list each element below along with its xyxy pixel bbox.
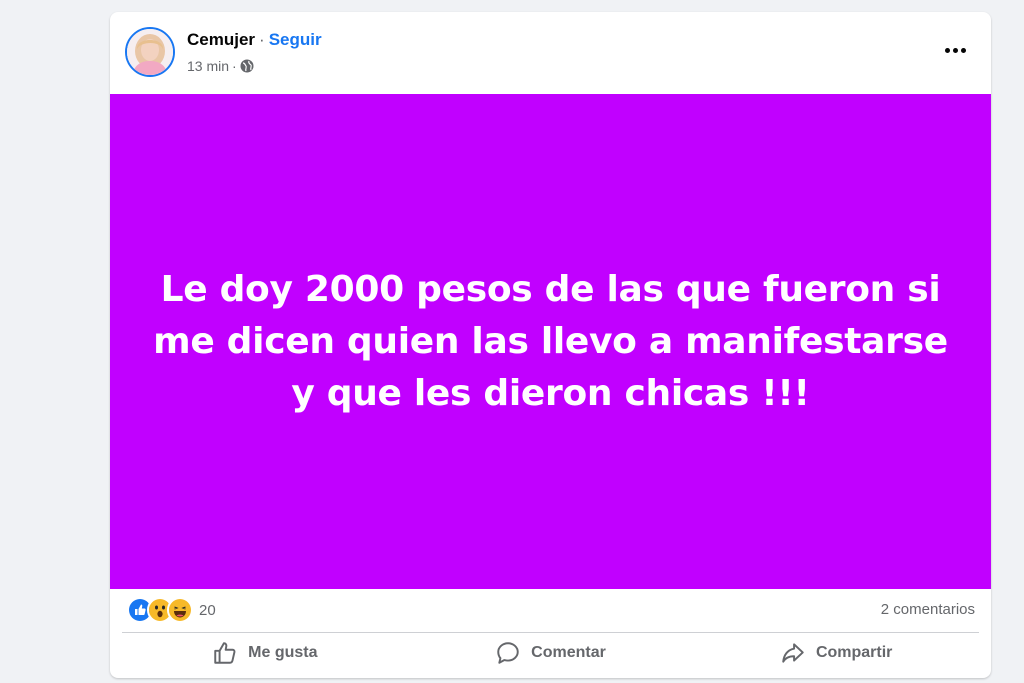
comment-button[interactable]: Comentar bbox=[408, 633, 694, 673]
thumbs-up-icon bbox=[214, 642, 236, 664]
follow-button[interactable]: Seguir bbox=[269, 30, 322, 49]
share-label: Compartir bbox=[815, 644, 893, 661]
author-line: Cemujer · Seguir bbox=[187, 30, 322, 50]
post-header: Cemujer · Seguir 13 min · bbox=[110, 12, 991, 94]
share-arrow-icon bbox=[782, 643, 804, 663]
comment-label: Comentar bbox=[531, 644, 606, 661]
like-button[interactable]: Me gusta bbox=[122, 633, 408, 673]
reactions-summary[interactable]: 20 bbox=[127, 597, 216, 623]
author-avatar[interactable] bbox=[125, 27, 175, 77]
more-options-icon[interactable] bbox=[937, 37, 973, 63]
share-button[interactable]: Compartir bbox=[693, 633, 979, 673]
reaction-count[interactable]: 20 bbox=[199, 602, 216, 619]
post-time[interactable]: 13 min bbox=[187, 58, 229, 74]
comment-bubble-icon bbox=[497, 642, 519, 664]
post-text: Le doy 2000 pesos de las que fueron si m… bbox=[153, 268, 948, 414]
post-actions: Me gusta Comentar Compartir bbox=[122, 632, 979, 673]
post-meta: 13 min · bbox=[187, 58, 254, 74]
post-stats: 20 2 comentarios bbox=[110, 589, 991, 629]
haha-reaction-icon bbox=[167, 597, 193, 623]
comment-count[interactable]: 2 comentarios bbox=[881, 601, 975, 618]
avatar-image bbox=[127, 29, 173, 75]
time-separator: · bbox=[232, 58, 237, 74]
globe-icon[interactable] bbox=[240, 59, 254, 73]
post-card: Cemujer · Seguir 13 min · Le doy 2000 peso… bbox=[110, 12, 991, 678]
post-image[interactable]: Le doy 2000 pesos de las que fueron si m… bbox=[110, 94, 991, 589]
author-name[interactable]: Cemujer bbox=[187, 30, 255, 49]
like-label: Me gusta bbox=[248, 644, 318, 661]
name-separator: · bbox=[259, 30, 265, 49]
